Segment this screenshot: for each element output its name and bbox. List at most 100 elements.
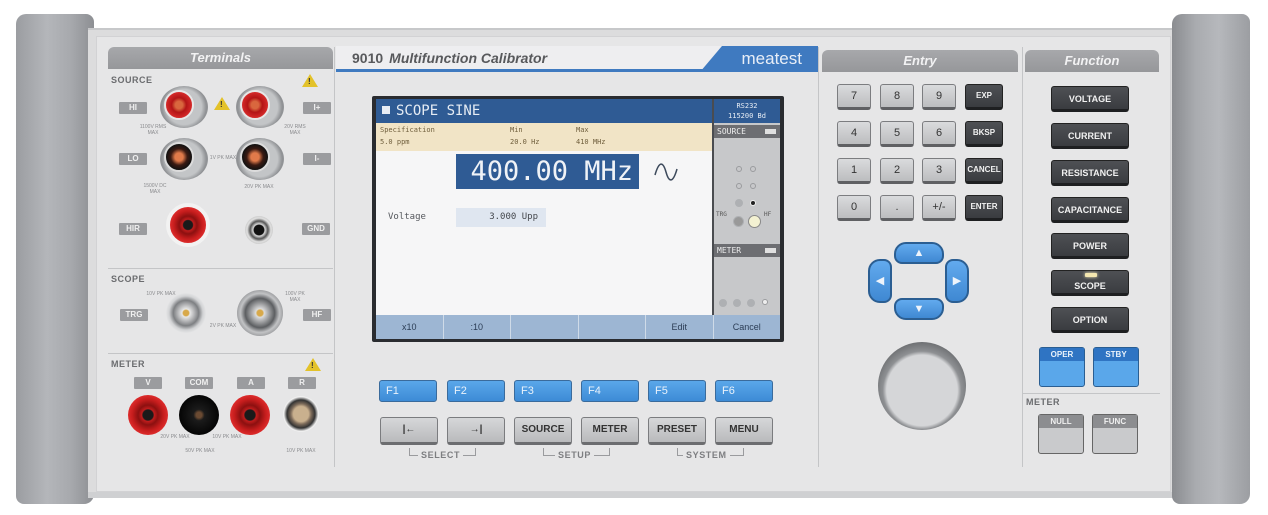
power-button[interactable]: POWER: [1051, 233, 1129, 259]
meter-r-connector[interactable]: [283, 396, 319, 432]
arrow-left-button[interactable]: ◀: [868, 259, 892, 303]
scope-button-label: SCOPE: [1074, 281, 1106, 291]
arrow-up-button[interactable]: ▲: [894, 242, 944, 264]
mode-title: SCOPE SINE: [396, 103, 481, 119]
source-i-plus-terminal[interactable]: [236, 86, 284, 128]
setup-source-button[interactable]: SOURCE: [514, 417, 572, 445]
scope-hf-bnc-connector[interactable]: [237, 290, 283, 336]
key-6[interactable]: 6: [922, 121, 956, 147]
softkey-3[interactable]: [511, 315, 579, 339]
key-7[interactable]: 7: [837, 84, 871, 110]
meter-status-bar: METER: [714, 244, 780, 257]
system-preset-button[interactable]: PRESET: [648, 417, 706, 445]
func-button[interactable]: FUNC: [1092, 414, 1138, 454]
terminal-tag-i-plus: I+: [303, 102, 331, 114]
interface-label: RS232: [736, 102, 758, 110]
hf-connector-icon: [748, 215, 761, 228]
terminal-tag-com: COM: [185, 377, 213, 389]
trg-label: TRG: [716, 211, 727, 218]
softkey-1[interactable]: x10: [376, 315, 444, 339]
key-2[interactable]: 2: [880, 158, 914, 184]
key-decimal[interactable]: .: [880, 195, 914, 221]
exp-button[interactable]: EXP: [965, 84, 1003, 110]
source-hir-jack[interactable]: [166, 203, 210, 247]
source-section-label: SOURCE: [111, 75, 153, 85]
cancel-button[interactable]: CANCEL: [965, 158, 1003, 184]
meter-dot: [762, 299, 768, 305]
source-lo-terminal[interactable]: [160, 138, 208, 180]
meter-a-jack[interactable]: [230, 395, 270, 435]
system-menu-button[interactable]: MENU: [715, 417, 773, 445]
f5-button[interactable]: F5: [648, 380, 706, 402]
softkey-4[interactable]: [579, 315, 646, 339]
current-button[interactable]: CURRENT: [1051, 123, 1129, 149]
softkey-6[interactable]: Cancel: [714, 315, 781, 339]
f1-button[interactable]: F1: [379, 380, 437, 402]
warning-icon: [302, 74, 318, 87]
meter-dot: [747, 299, 755, 307]
voltage-label: Voltage: [388, 212, 426, 222]
device-title: 9010 Multifunction Calibrator: [352, 50, 547, 66]
f2-button[interactable]: F2: [447, 380, 505, 402]
select-previous-button[interactable]: |←: [380, 417, 438, 445]
source-status-bar: SOURCE: [714, 125, 780, 138]
terminal-tag-trg: TRG: [120, 309, 148, 321]
standby-button[interactable]: STBY: [1093, 347, 1139, 387]
softkey-bar: x10 :10 Edit Cancel: [376, 315, 780, 339]
warning-icon: [214, 97, 230, 110]
max-value: 410 MHz: [576, 138, 606, 146]
option-button[interactable]: OPTION: [1051, 307, 1129, 333]
f6-button[interactable]: F6: [715, 380, 773, 402]
operate-button[interactable]: OPER: [1039, 347, 1085, 387]
rating-label: 1V PK MAX: [209, 155, 237, 161]
source-hi-terminal[interactable]: [160, 86, 208, 128]
key-3[interactable]: 3: [922, 158, 956, 184]
scope-button[interactable]: SCOPE: [1051, 270, 1129, 296]
softkey-5[interactable]: Edit: [646, 315, 714, 339]
key-plus-minus[interactable]: +/-: [922, 195, 956, 221]
key-8[interactable]: 8: [880, 84, 914, 110]
spec-label: Specification: [380, 126, 435, 134]
voltage-field[interactable]: 3.000 Upp: [456, 208, 546, 227]
meter-v-jack[interactable]: [128, 395, 168, 435]
left-rack-handle: [16, 14, 94, 504]
terminal-tag-hir: HIR: [119, 223, 147, 235]
select-group-label: SELECT: [418, 450, 464, 460]
enter-button[interactable]: ENTER: [965, 195, 1003, 221]
divider: [818, 47, 819, 467]
voltage-button[interactable]: VOLTAGE: [1051, 86, 1129, 112]
source-gnd-jack[interactable]: [245, 216, 273, 244]
key-9[interactable]: 9: [922, 84, 956, 110]
f4-button[interactable]: F4: [581, 380, 639, 402]
rotary-knob[interactable]: [878, 342, 966, 430]
select-next-button[interactable]: →|: [447, 417, 505, 445]
arrow-right-button[interactable]: ▶: [945, 259, 969, 303]
rating-label: 100V PK MAX: [285, 291, 305, 303]
softkey-2[interactable]: :10: [444, 315, 511, 339]
setup-meter-button[interactable]: METER: [581, 417, 639, 445]
terminal-tag-hf: HF: [303, 309, 331, 321]
setup-group-label: SETUP: [555, 450, 595, 460]
min-label: Min: [510, 126, 523, 134]
key-1[interactable]: 1: [837, 158, 871, 184]
null-button[interactable]: NULL: [1038, 414, 1084, 454]
key-4[interactable]: 4: [837, 121, 871, 147]
rating-label: 10V PK MAX: [212, 434, 242, 440]
frequency-field[interactable]: 400.00 MHz: [456, 154, 639, 189]
hf-label: HF: [764, 211, 772, 218]
scope-trg-bnc-connector[interactable]: [166, 293, 206, 333]
rating-label: 20V PK MAX: [244, 184, 274, 190]
arrow-down-button[interactable]: ▼: [894, 298, 944, 320]
lcd-screen: SCOPE SINE Specification 5.0 ppm Min 20.…: [376, 99, 780, 339]
backspace-button[interactable]: BKSP: [965, 121, 1003, 147]
resistance-button[interactable]: RESISTANCE: [1051, 160, 1129, 186]
max-label: Max: [576, 126, 589, 134]
rating-label: 10V PK MAX: [286, 448, 316, 454]
meter-com-jack[interactable]: [179, 395, 219, 435]
f3-button[interactable]: F3: [514, 380, 572, 402]
capacitance-button[interactable]: CAPACITANCE: [1051, 197, 1129, 223]
source-i-minus-terminal[interactable]: [236, 138, 284, 180]
meter-dot: [719, 299, 727, 307]
key-0[interactable]: 0: [837, 195, 871, 221]
key-5[interactable]: 5: [880, 121, 914, 147]
